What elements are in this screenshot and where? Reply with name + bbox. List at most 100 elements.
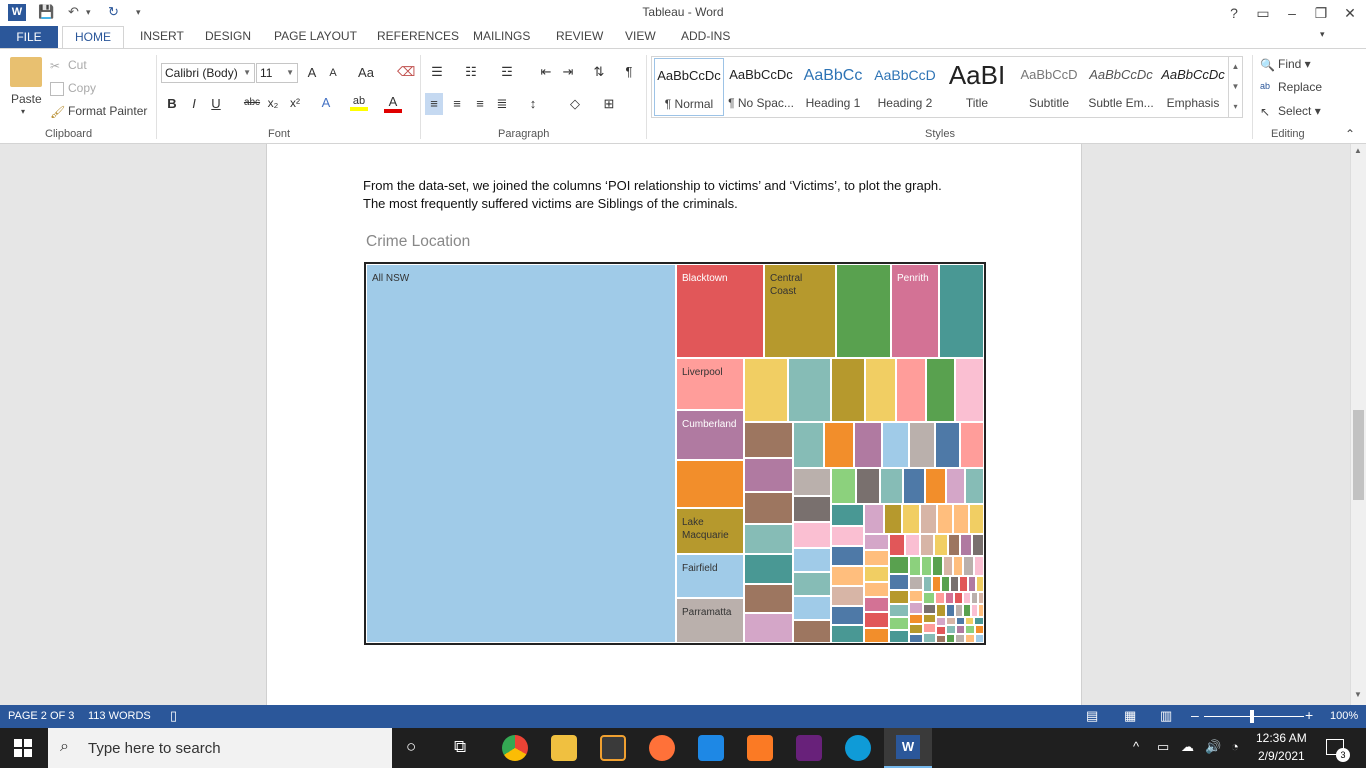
style-heading-2[interactable]: AaBbCcD Heading 2 (870, 58, 940, 116)
collapse-ribbon-icon[interactable]: ⌃ (1345, 127, 1355, 141)
format-painter-button[interactable]: 🖌 Format Painter (50, 104, 147, 119)
underline-button[interactable]: U (207, 96, 225, 111)
align-center-icon[interactable]: ≡ (448, 96, 466, 111)
visual-studio-icon[interactable] (796, 735, 822, 761)
tab-review[interactable]: REVIEW (556, 29, 603, 43)
battery-icon[interactable]: ▭ (1157, 739, 1169, 755)
bullets-icon[interactable]: ☰ (428, 64, 446, 80)
subscript-button[interactable]: x₂ (264, 96, 282, 110)
mail-icon[interactable] (698, 735, 724, 761)
tab-references[interactable]: REFERENCES (377, 29, 459, 43)
borders-icon[interactable]: ⊞ (600, 96, 618, 112)
chrome-icon[interactable] (502, 735, 528, 761)
read-mode-icon[interactable]: ▤ (1086, 708, 1098, 724)
decrease-indent-icon[interactable]: ⇤ (537, 64, 555, 80)
tab-design[interactable]: DESIGN (205, 29, 251, 43)
highlight-button[interactable]: ab (350, 95, 368, 111)
help-button[interactable]: ? (1220, 3, 1248, 23)
text-effects-button[interactable]: A (317, 95, 335, 110)
bold-button[interactable]: B (163, 96, 181, 111)
zoom-slider-thumb[interactable] (1250, 710, 1254, 723)
style-no-spacing[interactable]: AaBbCcDc ¶ No Spac... (726, 58, 796, 116)
copy-button[interactable]: Copy (50, 81, 96, 96)
more-icon[interactable]: ▾ (1229, 97, 1242, 117)
print-layout-icon[interactable]: ▦ (1124, 708, 1136, 724)
style-title[interactable]: AaBI Title (942, 58, 1012, 116)
zoom-slider[interactable] (1204, 716, 1304, 717)
redo-icon[interactable]: ↻ (108, 4, 119, 20)
zoom-level[interactable]: 100% (1330, 710, 1358, 722)
paste-button[interactable]: Paste (11, 92, 42, 106)
sort-icon[interactable]: ⇅ (590, 64, 608, 80)
proofing-icon[interactable]: ▯ (170, 708, 177, 724)
minimize-button[interactable]: – (1278, 3, 1306, 23)
ribbon-display-button[interactable]: ▭ (1249, 3, 1277, 23)
word-count[interactable]: 113 WORDS (88, 710, 151, 722)
style-emphasis[interactable]: AaBbCcDc Emphasis (1158, 58, 1228, 116)
clock-date[interactable]: 2/9/2021 (1258, 749, 1305, 763)
clock-time[interactable]: 12:36 AM (1256, 731, 1307, 745)
xampp-icon[interactable] (747, 735, 773, 761)
italic-button[interactable]: I (185, 96, 203, 111)
strikethrough-button[interactable]: abc (241, 97, 263, 108)
taskbar-search-box[interactable]: ⌕ Type here to search (48, 728, 392, 768)
multilevel-list-icon[interactable]: ☲ (498, 64, 516, 80)
style-subtitle[interactable]: AaBbCcD Subtitle (1014, 58, 1084, 116)
firefox-icon[interactable] (649, 735, 675, 761)
style-normal[interactable]: AaBbCcDc ¶ Normal (654, 58, 724, 116)
tab-home[interactable]: HOME (62, 26, 124, 49)
scroll-up-icon[interactable]: ▲ (1354, 146, 1362, 155)
tab-file[interactable]: FILE (0, 26, 58, 48)
show-formatting-button[interactable]: ¶ (620, 64, 638, 79)
font-size-combo[interactable]: 11 ▼ (256, 63, 298, 83)
word-taskbar-button[interactable]: W (884, 728, 932, 768)
shrink-font-button[interactable]: A (324, 67, 342, 79)
style-subtle-emphasis[interactable]: AaBbCcDc Subtle Em... (1086, 58, 1156, 116)
restore-button[interactable]: ❐ (1307, 3, 1335, 23)
page-count[interactable]: PAGE 2 OF 3 (8, 710, 74, 722)
tab-page-layout[interactable]: PAGE LAYOUT (274, 29, 357, 43)
replace-button[interactable]: ab Replace (1260, 80, 1322, 95)
edge-icon[interactable] (845, 735, 871, 761)
customize-qat-icon[interactable]: ▾ (136, 7, 141, 18)
increase-indent-icon[interactable]: ⇥ (559, 64, 577, 80)
undo-icon[interactable]: ↶ (68, 4, 79, 20)
onedrive-icon[interactable]: ☁ (1181, 739, 1194, 755)
superscript-button[interactable]: x² (286, 96, 304, 110)
tab-add-ins[interactable]: ADD-INS (681, 29, 730, 43)
align-right-icon[interactable]: ≡ (471, 96, 489, 111)
chevron-down-icon[interactable]: ▼ (1229, 77, 1242, 97)
clear-formatting-icon[interactable]: ⌫ (397, 64, 415, 80)
find-button[interactable]: 🔍 Find ▾ (1260, 57, 1311, 72)
chevron-up-icon[interactable]: ▲ (1229, 57, 1242, 77)
cortana-icon[interactable]: ○ (406, 737, 416, 757)
zoom-out-icon[interactable]: – (1191, 707, 1199, 723)
zoom-in-icon[interactable]: + (1305, 707, 1313, 723)
paste-icon[interactable] (10, 57, 42, 87)
style-heading-1[interactable]: AaBbCc Heading 1 (798, 58, 868, 116)
cut-button[interactable]: ✂ Cut (50, 58, 87, 73)
scroll-thumb[interactable] (1353, 410, 1364, 500)
document-page[interactable]: From the data-set, we joined the columns… (266, 144, 1082, 705)
task-view-icon[interactable]: ⧉ (454, 737, 466, 757)
undo-dropdown-icon[interactable]: ▾ (86, 7, 91, 18)
scroll-down-icon[interactable]: ▼ (1354, 690, 1362, 699)
align-left-icon[interactable]: ≡ (425, 93, 443, 115)
styles-gallery[interactable]: AaBbCcDc ¶ Normal AaBbCcDc ¶ No Spac... Aa… (651, 56, 1243, 118)
select-button[interactable]: ↖ Select ▾ (1260, 104, 1321, 119)
tab-insert[interactable]: INSERT (140, 29, 184, 43)
tab-view[interactable]: VIEW (625, 29, 656, 43)
web-layout-icon[interactable]: ▥ (1160, 708, 1172, 724)
file-explorer-icon[interactable] (551, 735, 577, 761)
account-chevron-icon[interactable]: ▾ (1320, 29, 1325, 40)
gallery-scroll[interactable]: ▲ ▼ ▾ (1228, 57, 1242, 117)
font-color-button[interactable]: A (384, 94, 402, 113)
change-case-button[interactable]: Aa (352, 65, 380, 80)
shading-icon[interactable]: ◇ (566, 96, 584, 112)
tab-mailings[interactable]: MAILINGS (473, 29, 530, 43)
numbering-icon[interactable]: ☷ (462, 64, 480, 80)
font-name-combo[interactable]: Calibri (Body) ▼ (161, 63, 255, 83)
vertical-scrollbar[interactable]: ▲ ▼ (1350, 144, 1366, 705)
grow-font-button[interactable]: A (303, 65, 321, 80)
close-button[interactable]: ✕ (1336, 3, 1364, 23)
